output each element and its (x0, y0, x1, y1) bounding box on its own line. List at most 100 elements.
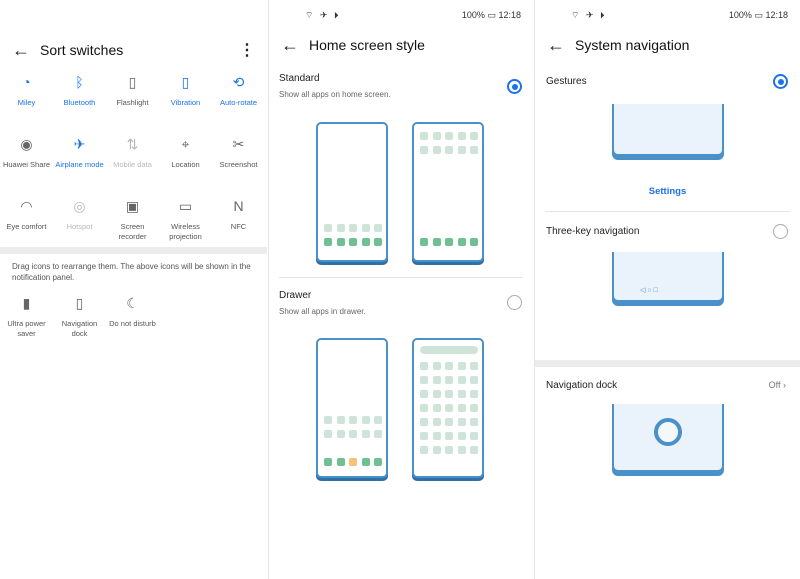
switch-huawei-share[interactable]: ◉ Huawei Share (0, 134, 53, 176)
app-dot (374, 430, 382, 438)
app-dot (324, 238, 332, 246)
switch-flashlight[interactable]: ▯ Flashlight (106, 72, 159, 114)
status-icons: ⌔ ✈ ⏵ (305, 10, 341, 20)
gestures-illustration (612, 104, 724, 156)
switch-label: Miley (17, 98, 36, 107)
app-dot (445, 146, 453, 154)
back-arrow-icon[interactable]: ← (0, 40, 40, 61)
switch-label: Bluetooth (63, 98, 96, 107)
clock: 12:18 (765, 10, 788, 20)
battery-icon: ▭ (487, 10, 496, 20)
switch-location[interactable]: ⌖ Location (159, 134, 212, 176)
three-key-option-title[interactable]: Three-key navigation (546, 226, 639, 237)
standard-radio[interactable] (507, 79, 522, 94)
navigation-dock-title[interactable]: Navigation dock (546, 380, 617, 391)
gestures-radio[interactable] (773, 74, 788, 89)
app-dot (336, 238, 345, 246)
ultra-power-saver-icon: ▮ (22, 295, 31, 311)
clock: 12:18 (498, 10, 521, 20)
switch-eye-comfort[interactable]: ◠ Eye comfort (0, 196, 53, 238)
back-arrow-icon[interactable]: ← (535, 35, 575, 56)
switch-wifi[interactable]: ◔ Miley (0, 72, 53, 114)
app-dot (445, 132, 453, 140)
back-arrow-icon[interactable]: ← (269, 35, 309, 56)
chevron-right-icon: › (783, 380, 786, 390)
switch-label: NFC (230, 222, 247, 231)
drawer-search-bar (420, 346, 478, 354)
flashlight-icon: ▯ (128, 74, 137, 90)
switch-ultra-power-saver[interactable]: ▮ Ultra power saver (0, 293, 53, 338)
app-dot (432, 432, 441, 440)
switch-bluetooth[interactable]: ᛒ Bluetooth (53, 72, 106, 114)
rearrange-hint: Drag icons to rearrange them. The above … (12, 262, 251, 282)
drawer-option-subtitle: Show all apps in drawer. (279, 307, 366, 316)
app-dot (432, 238, 441, 246)
more-options-icon[interactable]: ⋮ (239, 40, 255, 60)
switch-nfc[interactable]: N NFC (212, 196, 265, 238)
gestures-settings-link[interactable]: Settings (535, 186, 800, 197)
auto-rotate-icon: ⟲ (232, 74, 245, 90)
switch-screenshot[interactable]: ✂ Screenshot (212, 134, 265, 176)
switch-screen-recorder[interactable]: ▣ Screen recorder (106, 196, 159, 241)
app-dot (457, 132, 466, 140)
standard-option-title[interactable]: Standard (279, 73, 320, 84)
app-dot (445, 376, 453, 384)
app-dot (457, 404, 466, 412)
navigation-dock-icon: ▯ (75, 295, 84, 311)
switch-label: Vibration (170, 98, 201, 107)
switch-label: Navigation dock (61, 319, 98, 338)
drawer-option-title[interactable]: Drawer (279, 290, 311, 301)
app-dot (457, 146, 466, 154)
nav-keys-icon: ◁ ○ □ (640, 287, 658, 294)
switch-mobile-data[interactable]: ⇅ Mobile data (106, 134, 159, 176)
switch-label: Mobile data (113, 160, 152, 169)
app-dot (374, 416, 382, 424)
switch-hotspot[interactable]: ◎ Hotspot (53, 196, 106, 238)
app-dot (420, 390, 428, 398)
switch-label: Screen recorder (118, 222, 147, 241)
switch-label: Airplane mode (55, 160, 104, 169)
app-dot (457, 362, 466, 370)
app-dot (432, 404, 441, 412)
do-not-disturb-icon: ☾ (126, 295, 139, 311)
app-dot (324, 458, 332, 466)
switch-auto-rotate[interactable]: ⟲ Auto-rotate (212, 72, 265, 114)
switch-vibration[interactable]: ▯ Vibration (159, 72, 212, 114)
app-dot (432, 362, 441, 370)
navigation-dock-value[interactable]: Off › (769, 380, 786, 390)
section-divider (0, 247, 267, 254)
app-dot (324, 416, 332, 424)
system-nav-header: ← System navigation (535, 30, 800, 60)
screenshot-icon: ✂ (232, 136, 245, 152)
app-dot (445, 362, 453, 370)
location-icon: ⌖ (181, 136, 190, 152)
app-dot (361, 238, 370, 246)
app-dot (470, 418, 478, 426)
app-dot (349, 224, 357, 232)
page-title: System navigation (575, 37, 690, 53)
status-right: 100% ▭ 12:18 (462, 10, 521, 21)
app-dot (361, 430, 370, 438)
app-dot (361, 416, 370, 424)
app-dot (336, 224, 345, 232)
switch-navigation-dock[interactable]: ▯ Navigation dock (53, 293, 106, 338)
drawer-radio[interactable] (507, 295, 522, 310)
switch-do-not-disturb[interactable]: ☾ Do not disturb (106, 293, 159, 335)
navigation-dock-illustration (612, 404, 724, 472)
switch-label: Do not disturb (109, 319, 156, 328)
app-dot (361, 458, 370, 466)
navigation-dock-ring-icon (654, 418, 682, 446)
app-dot (457, 432, 466, 440)
standard-illustration-phone-1 (316, 122, 388, 262)
app-dot (324, 224, 332, 232)
app-dot (445, 390, 453, 398)
switch-wireless-projection[interactable]: ▭ Wireless projection (159, 196, 212, 241)
bluetooth-icon: ᛒ (75, 74, 84, 90)
three-key-illustration: ◁ ○ □ (612, 252, 724, 302)
switch-airplane[interactable]: ✈ Airplane mode (53, 134, 106, 176)
battery-text: 100% (728, 10, 752, 20)
app-dot (457, 376, 466, 384)
gestures-option-title[interactable]: Gestures (546, 76, 587, 87)
three-key-radio[interactable] (773, 224, 788, 239)
eye-comfort-icon: ◠ (20, 198, 33, 214)
